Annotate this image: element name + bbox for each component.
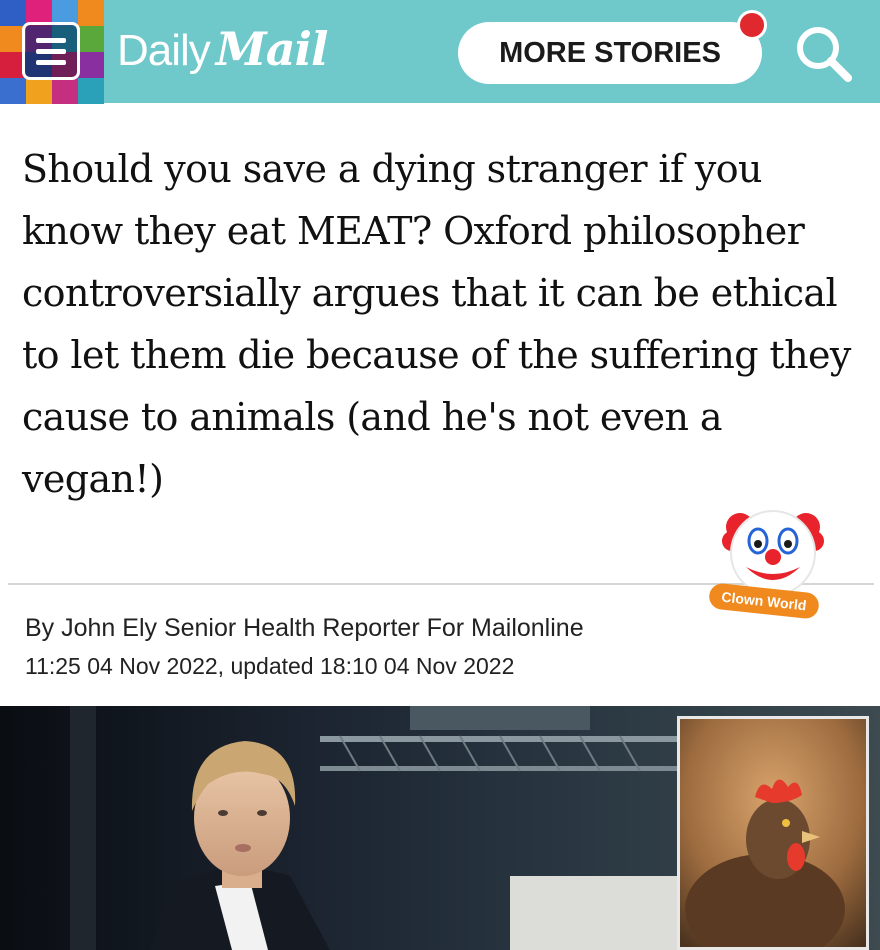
brand-logo[interactable]: Daily Mail bbox=[117, 22, 329, 80]
notification-dot bbox=[737, 10, 767, 40]
mosaic-tile bbox=[26, 78, 52, 104]
mosaic-tile bbox=[52, 78, 78, 104]
brand-mail-text: Mail bbox=[215, 22, 329, 76]
article-headline: Should you save a dying stranger if you … bbox=[22, 147, 851, 501]
more-stories-button[interactable]: MORE STORIES bbox=[458, 22, 762, 84]
mosaic-tile bbox=[0, 78, 26, 104]
mosaic-tile bbox=[78, 0, 104, 26]
mosaic-tile bbox=[78, 52, 104, 78]
mosaic-tile bbox=[78, 78, 104, 104]
site-header: Daily Mail MORE STORIES bbox=[0, 0, 880, 104]
article-byline[interactable]: By John Ely Senior Health Reporter For M… bbox=[25, 614, 584, 643]
brand-daily-text: Daily bbox=[117, 26, 211, 75]
menu-button[interactable] bbox=[22, 22, 80, 80]
search-icon[interactable] bbox=[788, 18, 858, 88]
mosaic-tile bbox=[78, 26, 104, 52]
hamburger-menu-icon bbox=[36, 37, 66, 43]
chicken-photo bbox=[677, 716, 869, 950]
article-dates: 11:25 04 Nov 2022, updated 18:10 04 Nov … bbox=[25, 653, 515, 679]
mosaic-tile bbox=[0, 0, 26, 26]
